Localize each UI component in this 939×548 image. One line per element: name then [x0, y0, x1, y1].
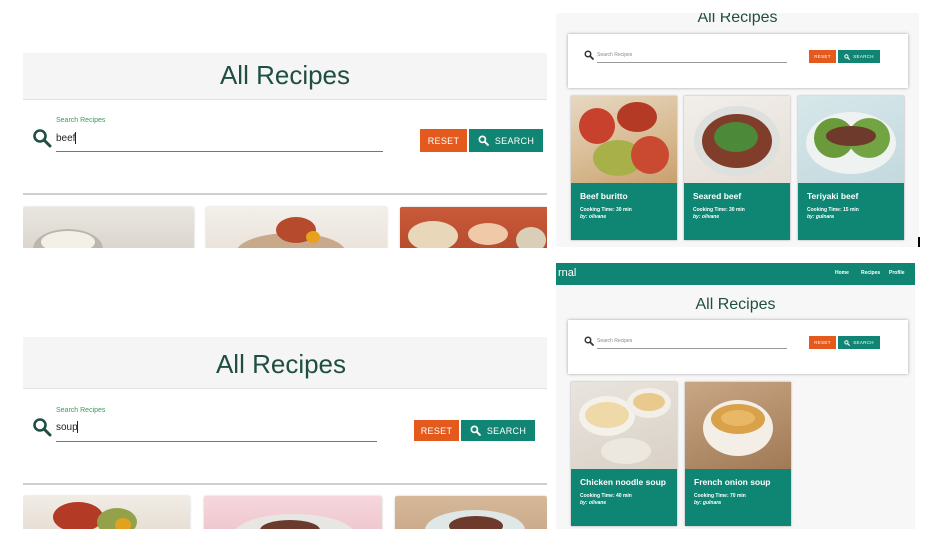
search-button[interactable]: SEARCH — [838, 50, 880, 63]
reset-button[interactable]: RESET — [809, 50, 836, 63]
page-title: All Recipes — [697, 13, 778, 26]
cooking-time: Cooking Time: 30 min — [580, 207, 632, 213]
recipe-card[interactable]: Chicken noodle soup Cooking Time: 40 min… — [571, 382, 677, 526]
recipe-image — [798, 96, 904, 183]
search-icon — [33, 129, 52, 148]
recipe-card[interactable]: French onion soup Cooking Time: 70 min b… — [685, 382, 791, 526]
recipe-author: by: gulnara — [807, 214, 834, 220]
text-cursor — [75, 132, 76, 144]
search-underline — [597, 348, 787, 349]
nav-recipes[interactable]: Recipes — [861, 270, 880, 276]
search-button[interactable]: SEARCH — [469, 129, 543, 152]
recipe-author: by: olivane — [580, 214, 607, 220]
recipe-thumbnail[interactable] — [206, 207, 387, 248]
top-navbar: rnal Home Recipes Profile — [556, 263, 915, 285]
search-button[interactable]: SEARCH — [461, 420, 535, 441]
recipe-author: by: gulnara — [694, 500, 721, 506]
search-icon — [470, 425, 481, 436]
search-input[interactable]: beef — [56, 133, 75, 144]
search-input[interactable]: Search Recipes — [597, 338, 632, 344]
recipe-thumbnail[interactable] — [395, 496, 547, 529]
search-card: Search Recipes RESET SEARCH — [568, 34, 908, 88]
recipe-thumbnail[interactable] — [23, 496, 190, 529]
search-icon — [33, 418, 52, 437]
recipe-author: by: olivane — [693, 214, 720, 220]
recipe-title: French onion soup — [694, 477, 771, 487]
panel-beef-search-wide: All Recipes Search Recipes beef RESET SE… — [23, 53, 547, 248]
recipe-title: Teriyaki beef — [807, 191, 859, 201]
search-icon — [844, 53, 851, 60]
reset-button[interactable]: RESET — [414, 420, 459, 441]
reset-button[interactable]: RESET — [420, 129, 467, 152]
recipe-image — [571, 96, 677, 183]
cooking-time: Cooking Time: 40 min — [580, 493, 632, 499]
recipe-title: Beef buritto — [580, 191, 628, 201]
search-icon — [584, 336, 594, 346]
search-underline — [597, 62, 787, 63]
cooking-time: Cooking Time: 70 min — [694, 493, 746, 499]
reset-button[interactable]: RESET — [809, 336, 836, 349]
cooking-time: Cooking Time: 15 min — [807, 207, 859, 213]
section-divider — [23, 483, 547, 485]
nav-profile[interactable]: Profile — [889, 270, 905, 276]
recipe-card[interactable]: Beef buritto Cooking Time: 30 min by: ol… — [571, 96, 677, 240]
nav-home[interactable]: Home — [835, 270, 849, 276]
search-icon — [844, 339, 851, 346]
page-title: All Recipes — [219, 60, 351, 90]
search-underline — [56, 441, 377, 442]
panel-beef-results: All Recipes Search Recipes RESET SEARCH … — [556, 13, 919, 247]
brand-logo[interactable]: rnal — [558, 267, 576, 279]
recipe-thumbnail[interactable] — [204, 496, 382, 529]
panel-soup-search-wide: All Recipes Search Recipes soup RESET SE… — [23, 337, 547, 529]
search-field-label: Search Recipes — [56, 407, 106, 414]
cursor-mark — [918, 237, 920, 247]
recipe-title: Chicken noodle soup — [580, 477, 666, 487]
panel-soup-results: rnal Home Recipes Profile All Recipes Se… — [556, 263, 915, 529]
recipe-title: Seared beef — [693, 191, 742, 201]
search-underline — [56, 151, 383, 152]
text-cursor — [77, 421, 78, 433]
search-button[interactable]: SEARCH — [838, 336, 880, 349]
recipe-image — [685, 382, 791, 469]
search-card: Search Recipes RESET SEARCH — [568, 320, 908, 374]
search-input[interactable]: Search Recipes — [597, 52, 632, 58]
recipe-thumbnail[interactable] — [23, 207, 194, 248]
recipe-card[interactable]: Teriyaki beef Cooking Time: 15 min by: g… — [798, 96, 904, 240]
section-divider — [23, 193, 547, 195]
page-title: All Recipes — [215, 349, 347, 379]
search-icon — [584, 50, 594, 60]
search-field-label: Search Recipes — [56, 117, 106, 124]
recipe-image — [684, 96, 790, 183]
recipe-thumbnail[interactable] — [400, 207, 547, 248]
recipe-card[interactable]: Seared beef Cooking Time: 30 min by: oli… — [684, 96, 790, 240]
recipe-image — [571, 382, 677, 469]
recipe-author: by: olivane — [580, 500, 607, 506]
search-input[interactable]: soup — [56, 422, 78, 433]
search-icon — [478, 135, 489, 146]
page-title: All Recipes — [695, 296, 776, 313]
cooking-time: Cooking Time: 30 min — [693, 207, 745, 213]
